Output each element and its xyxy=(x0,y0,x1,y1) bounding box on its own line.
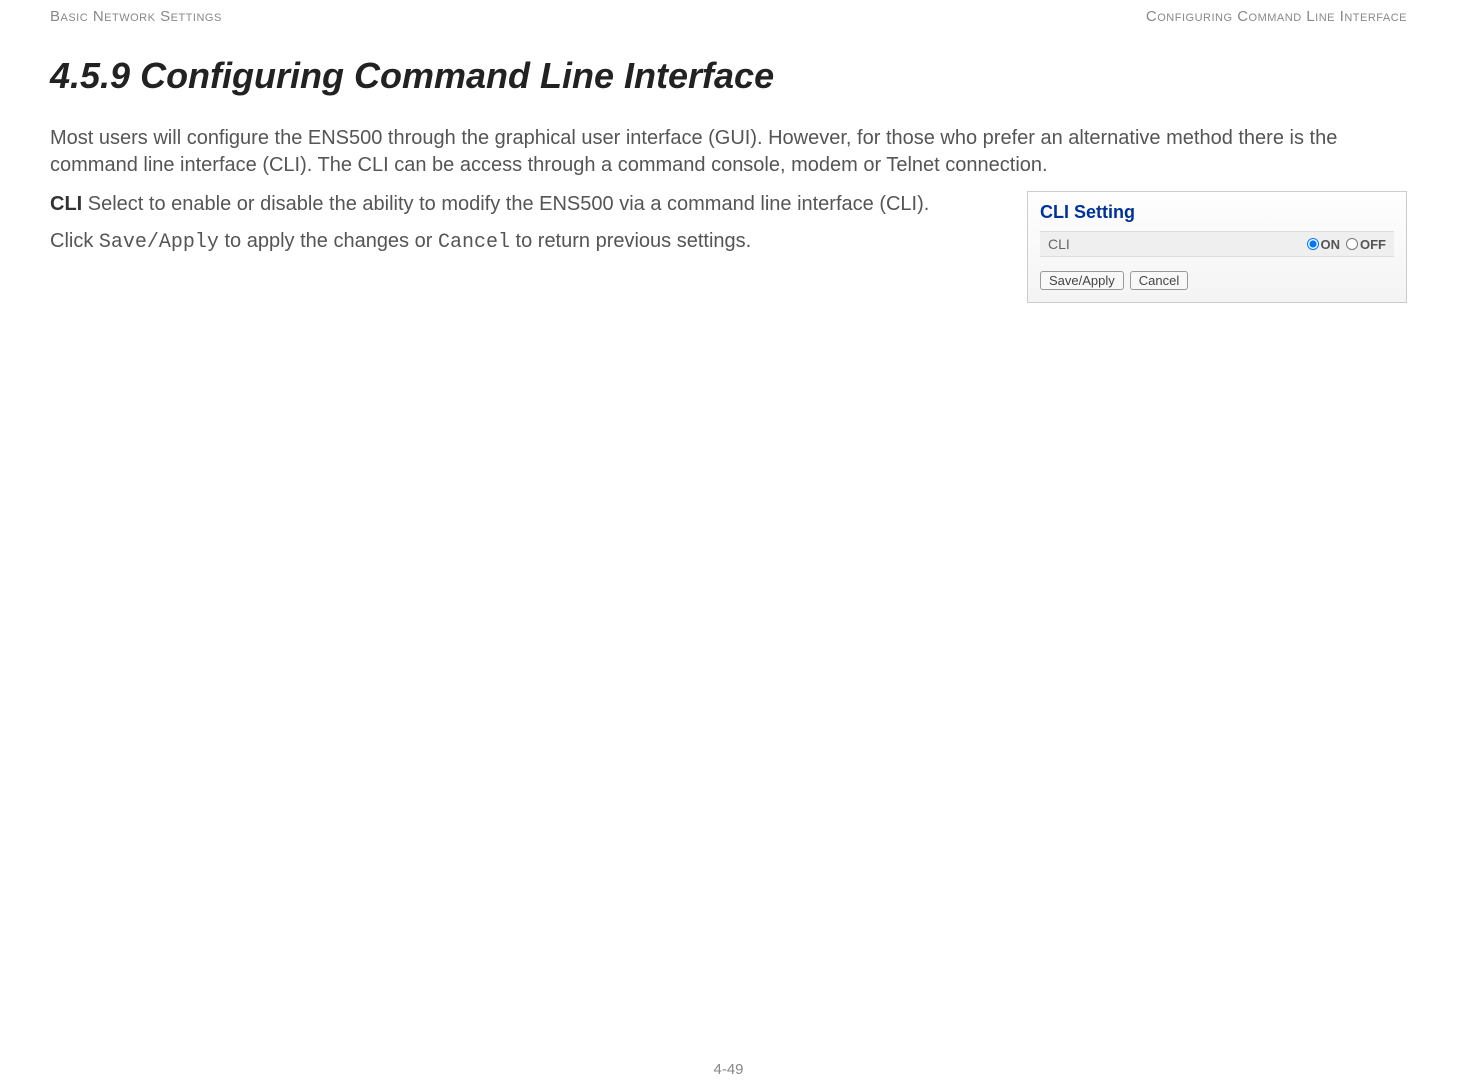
page-number: 4-49 xyxy=(713,1061,743,1078)
page-content: 4.5.9 Configuring Command Line Interface… xyxy=(0,25,1457,303)
intro-paragraph: Most users will configure the ENS500 thr… xyxy=(50,125,1407,179)
click-post: to return previous settings. xyxy=(510,230,751,252)
radio-off-input[interactable] xyxy=(1346,238,1358,250)
panel-title: CLI Setting xyxy=(1040,202,1394,223)
cli-label: CLI xyxy=(50,193,82,215)
cli-row-label: CLI xyxy=(1048,236,1070,252)
radio-on-label[interactable]: ON xyxy=(1307,237,1341,252)
click-mid: to apply the changes or xyxy=(219,230,438,252)
left-column: CLI Select to enable or disable the abil… xyxy=(50,191,1007,256)
save-apply-button[interactable]: Save/Apply xyxy=(1040,271,1124,290)
header-right: Configuring Command Line Interface xyxy=(1146,8,1407,25)
cli-setting-row: CLI ON OFF xyxy=(1040,231,1394,257)
header-left: Basic Network Settings xyxy=(50,8,222,25)
click-instruction: Click Save/Apply to apply the changes or… xyxy=(50,228,1007,256)
radio-on-text: ON xyxy=(1321,237,1341,252)
radio-off-label[interactable]: OFF xyxy=(1346,237,1386,252)
two-column-layout: CLI Select to enable or disable the abil… xyxy=(50,191,1407,303)
radio-on-input[interactable] xyxy=(1307,238,1319,250)
save-apply-text: Save/Apply xyxy=(99,231,219,254)
page-header: Basic Network Settings Configuring Comma… xyxy=(0,0,1457,25)
radio-off-text: OFF xyxy=(1360,237,1386,252)
cli-setting-panel: CLI Setting CLI ON OFF Save/Apply Cancel xyxy=(1027,191,1407,303)
cancel-button[interactable]: Cancel xyxy=(1130,271,1188,290)
cli-text: Select to enable or disable the ability … xyxy=(82,193,929,215)
cli-radio-group: ON OFF xyxy=(1307,237,1387,252)
cli-description: CLI Select to enable or disable the abil… xyxy=(50,191,1007,218)
panel-button-row: Save/Apply Cancel xyxy=(1040,271,1394,290)
click-pre: Click xyxy=(50,230,99,252)
section-title: 4.5.9 Configuring Command Line Interface xyxy=(50,55,1407,97)
page-footer: 4-49 xyxy=(0,1061,1457,1078)
cancel-text: Cancel xyxy=(438,231,510,254)
